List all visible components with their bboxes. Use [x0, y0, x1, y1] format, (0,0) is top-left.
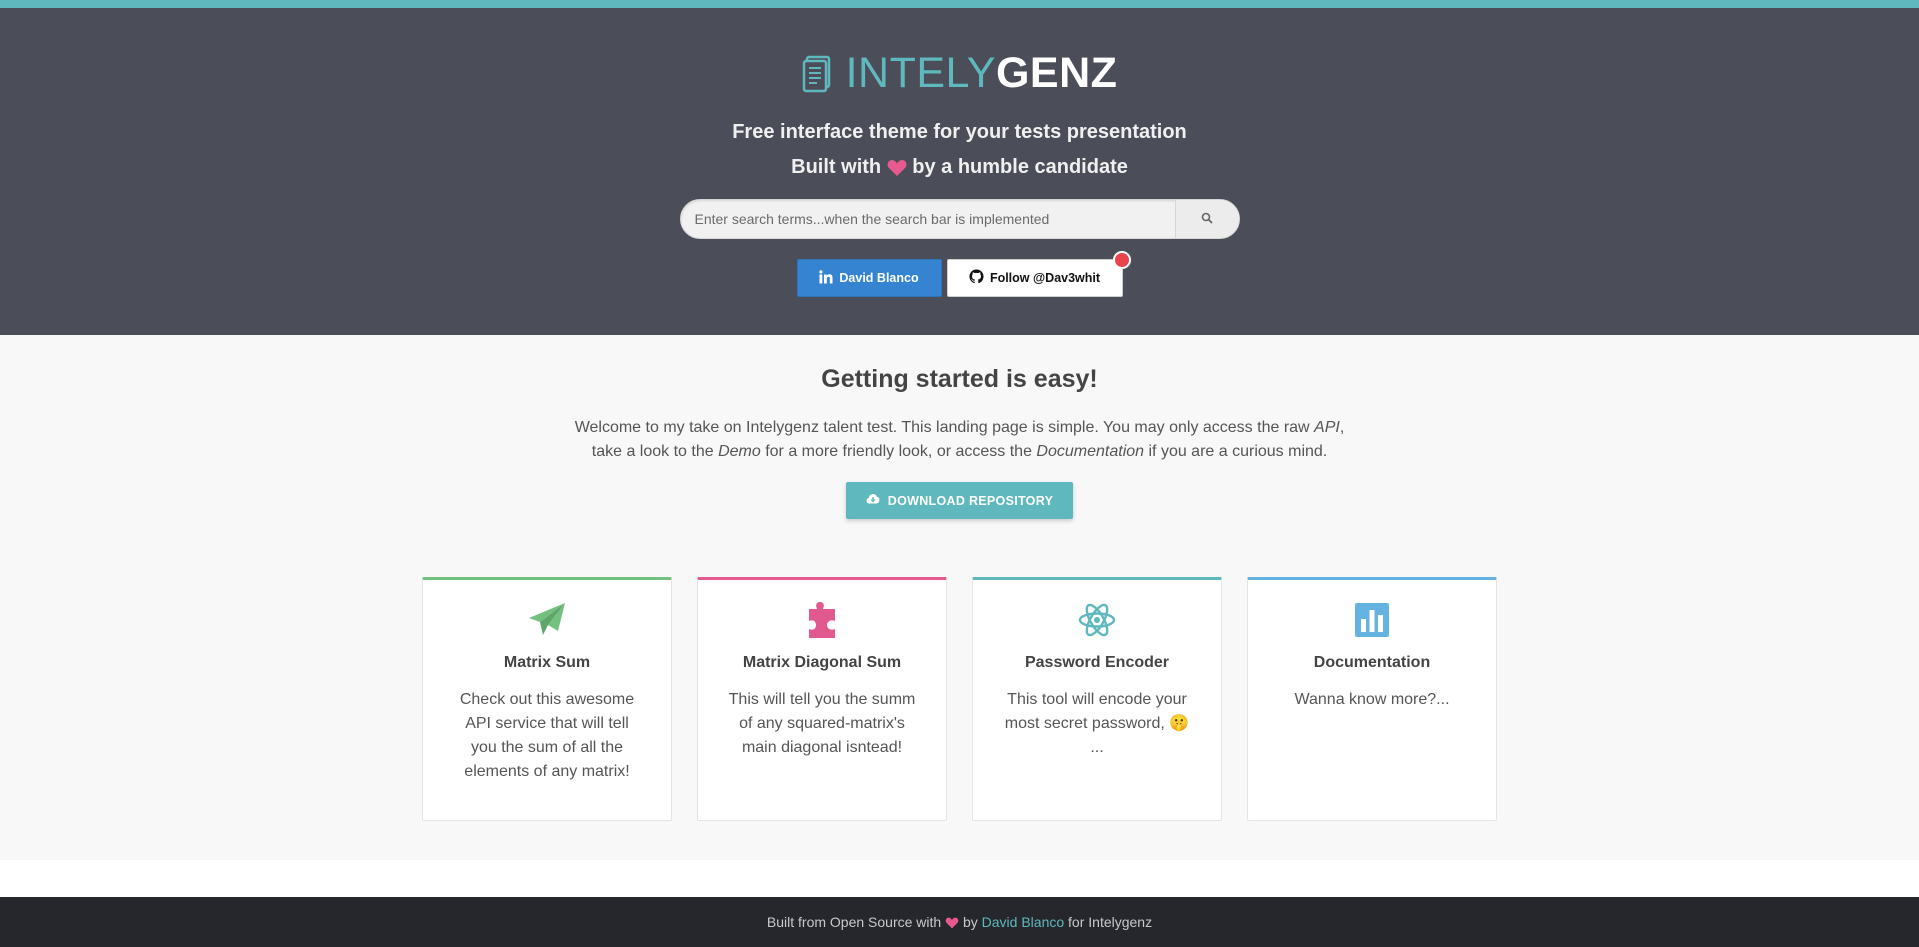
heart-icon: [887, 159, 907, 177]
card-title: Matrix Diagonal Sum: [742, 654, 902, 671]
download-repository-button[interactable]: DOWNLOAD REPOSITORY: [846, 482, 1073, 519]
card-password-encoder[interactable]: Password Encoder This tool will encode y…: [972, 577, 1222, 821]
puzzle-icon: [726, 600, 918, 640]
card-matrix-diagonal-sum[interactable]: Matrix Diagonal Sum This will tell you t…: [697, 577, 947, 821]
intro-api: API: [1314, 419, 1340, 436]
linkedin-button[interactable]: David Blanco: [796, 259, 942, 297]
spacer: [0, 860, 1919, 897]
card-documentation[interactable]: Documentation Wanna know more?...: [1247, 577, 1497, 821]
top-accent-bar: [0, 0, 1919, 8]
bar-chart-icon: [1276, 600, 1468, 640]
section-title: Getting started is easy!: [821, 365, 1098, 393]
search-input[interactable]: [680, 200, 1175, 238]
feature-cards: Matrix Sum Check out this awesome API se…: [0, 577, 1919, 821]
built-with-suffix: by a humble candidate: [912, 156, 1128, 178]
github-icon: [969, 269, 984, 287]
card-text: This tool will encode your most secret p…: [1004, 691, 1190, 756]
github-label: Follow @Dav3whit: [989, 271, 1101, 285]
footer-prefix: Built from Open Source with: [766, 914, 942, 930]
card-title: Password Encoder: [1024, 654, 1170, 671]
intro-text-1: Welcome to my take on Intelygenz talent …: [574, 419, 1315, 436]
social-buttons: David Blanco Follow @Dav3whit: [0, 251, 1919, 297]
card-title: Matrix Sum: [503, 654, 591, 671]
hero-header: INTELYGENZ Free interface theme for your…: [0, 8, 1919, 335]
cloud-download-icon: [866, 493, 880, 508]
brand-title-part-a: INTELY: [845, 49, 996, 97]
card-text: This will tell you the summ of any squar…: [728, 691, 916, 756]
brand-title-part-b: GENZ: [995, 49, 1118, 97]
intro-documentation: Documentation: [1036, 443, 1145, 460]
brand-title: INTELYGENZ: [846, 52, 1118, 95]
intro-text-3: for a more friendly look, or access the: [760, 443, 1037, 460]
intro-demo: Demo: [718, 443, 761, 460]
heart-icon: [945, 917, 959, 929]
tagline: Free interface theme for your tests pres…: [732, 121, 1187, 143]
notification-badge: [1112, 251, 1131, 269]
card-text: Check out this awesome API service that …: [459, 691, 635, 780]
built-with-prefix: Built with: [791, 156, 882, 178]
document-icon: [802, 54, 834, 94]
card-text: Wanna know more?...: [1294, 691, 1450, 708]
paper-plane-icon: [451, 600, 643, 640]
footer-author-link[interactable]: David Blanco: [982, 914, 1065, 930]
linkedin-label: David Blanco: [839, 271, 919, 285]
brand-logo[interactable]: INTELYGENZ: [0, 8, 1919, 103]
intro-text-4: if you are a curious mind.: [1144, 443, 1328, 460]
search-button[interactable]: [1174, 200, 1239, 238]
atom-icon: [1001, 600, 1193, 640]
card-title: Documentation: [1313, 654, 1431, 671]
download-label: DOWNLOAD REPOSITORY: [887, 493, 1054, 508]
intro-paragraph: Welcome to my take on Intelygenz talent …: [560, 416, 1360, 464]
linkedin-icon: [819, 269, 833, 287]
search-bar: [679, 199, 1240, 239]
card-matrix-sum[interactable]: Matrix Sum Check out this awesome API se…: [422, 577, 672, 821]
tagline-block: Free interface theme for your tests pres…: [0, 115, 1919, 185]
github-follow-button[interactable]: Follow @Dav3whit: [946, 251, 1131, 297]
search-icon: [1201, 212, 1213, 227]
built-with-line: Built with by a humble candidate: [0, 150, 1919, 185]
footer-by: by: [962, 914, 978, 930]
main-section: Getting started is easy! Welcome to my t…: [0, 335, 1919, 860]
footer: Built from Open Source with by David Bla…: [0, 897, 1919, 947]
footer-suffix: for Intelygenz: [1068, 914, 1153, 930]
